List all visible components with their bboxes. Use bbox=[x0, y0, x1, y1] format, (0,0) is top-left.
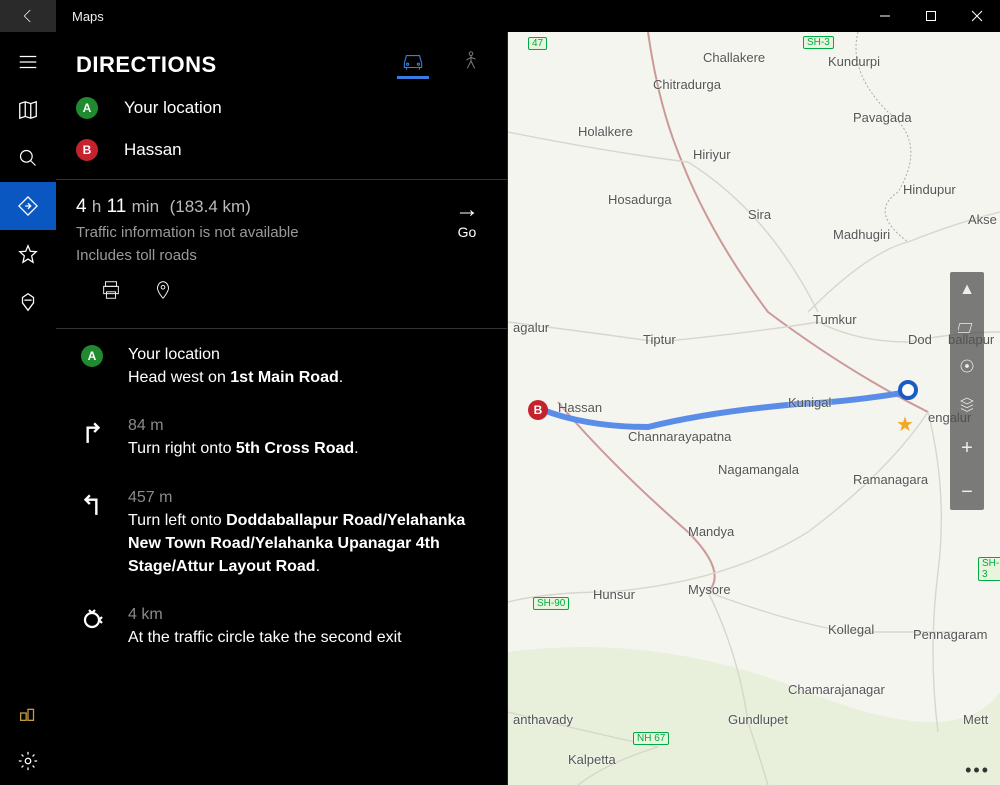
map-city-label: Sira bbox=[748, 207, 771, 222]
panel-title: DIRECTIONS bbox=[76, 52, 397, 78]
zoom-out-button[interactable]: − bbox=[955, 480, 979, 504]
map-city-label: Hunsur bbox=[593, 587, 635, 602]
print-button[interactable] bbox=[100, 279, 122, 306]
map-favorite-icon: ★ bbox=[896, 412, 914, 437]
mode-walking-tab[interactable] bbox=[455, 50, 487, 79]
directions-steps: A Your location Head west on 1st Main Ro… bbox=[56, 329, 507, 785]
window-maximize-button[interactable] bbox=[908, 0, 954, 32]
map-city-label: Nagamangala bbox=[718, 462, 799, 477]
waypoint-a-badge: A bbox=[76, 97, 98, 119]
map-city-label: Hindupur bbox=[903, 182, 956, 197]
map-city-label: Mandya bbox=[688, 524, 734, 539]
map-city-label: Pennagaram bbox=[913, 627, 987, 642]
waypoint-b-row[interactable]: B Hassan bbox=[56, 129, 507, 171]
mode-driving-tab[interactable] bbox=[397, 50, 429, 79]
app-title: Maps bbox=[56, 9, 862, 24]
road-shield: SH-90 bbox=[533, 597, 569, 610]
map-city-label: Hassan bbox=[558, 400, 602, 415]
turn-left-icon bbox=[79, 491, 105, 517]
directions-button[interactable] bbox=[0, 182, 56, 230]
settings-button[interactable] bbox=[0, 737, 56, 785]
road-shield: NH 67 bbox=[633, 732, 669, 745]
map-city-label: anthavady bbox=[513, 712, 573, 727]
map-city-label: Holalkere bbox=[578, 124, 633, 139]
step-distance: 4 km bbox=[128, 606, 487, 624]
map-city-label: Madhugiri bbox=[833, 227, 890, 242]
map-city-label: Mysore bbox=[688, 582, 731, 597]
map-city-label: Mett bbox=[963, 712, 988, 727]
map-city-label: Hosadurga bbox=[608, 192, 672, 207]
map-marker-origin[interactable] bbox=[898, 380, 918, 400]
map-city-label: Channarayapatna bbox=[628, 429, 731, 444]
step-start-label: Your location bbox=[128, 343, 487, 366]
search-button[interactable] bbox=[0, 134, 56, 182]
3d-cities-button[interactable] bbox=[0, 278, 56, 326]
map-city-label: Tumkur bbox=[813, 312, 857, 327]
road-shield: SH-3 bbox=[803, 36, 834, 49]
map-city-label: Dod bbox=[908, 332, 932, 347]
step-distance: 457 m bbox=[128, 489, 487, 507]
map-city-label: Akse bbox=[968, 212, 997, 227]
account-button[interactable] bbox=[0, 689, 56, 737]
waypoint-b-label: Hassan bbox=[124, 140, 182, 160]
window-close-button[interactable] bbox=[954, 0, 1000, 32]
map-city-label: Pavagada bbox=[853, 110, 912, 125]
map-marker-destination[interactable]: B bbox=[528, 400, 548, 420]
waypoint-a-label: Your location bbox=[124, 98, 222, 118]
map-city-label: Chitradurga bbox=[653, 77, 721, 92]
road-shield: SH-3 bbox=[978, 557, 1000, 581]
map-city-label: Gundlupet bbox=[728, 712, 788, 727]
map-city-label: Tiptur bbox=[643, 332, 676, 347]
arrow-right-icon: → bbox=[455, 196, 479, 224]
map-view-button[interactable] bbox=[0, 86, 56, 134]
map-city-label: Chamarajanagar bbox=[788, 682, 885, 697]
more-options-button[interactable]: ••• bbox=[965, 760, 990, 781]
favorites-button[interactable] bbox=[0, 230, 56, 278]
map-city-label: Kunigal bbox=[788, 395, 831, 410]
compass-button[interactable]: ▲ bbox=[955, 278, 979, 302]
map-city-label: Kalpetta bbox=[568, 752, 616, 767]
route-time: 4 h 11 min (183.4 km) bbox=[76, 196, 431, 218]
map-city-label: Kundurpi bbox=[828, 54, 880, 69]
nav-rail bbox=[0, 32, 56, 785]
toll-info: Includes toll roads bbox=[76, 247, 197, 264]
step-distance: 84 m bbox=[128, 417, 487, 435]
locate-me-button[interactable] bbox=[955, 354, 979, 378]
titlebar: Maps bbox=[0, 0, 1000, 32]
turn-right-icon bbox=[79, 419, 105, 445]
share-button[interactable] bbox=[152, 279, 174, 306]
traffic-info: Traffic information is not available bbox=[76, 224, 299, 241]
roundabout-icon bbox=[80, 608, 104, 632]
map-canvas[interactable]: Chitradurga Challakere Kundurpi Pavagada Hol… bbox=[508, 32, 1000, 785]
start-badge-icon: A bbox=[81, 345, 103, 367]
direction-step[interactable]: 84 m Turn right onto 5th Cross Road. bbox=[56, 403, 507, 474]
map-city-label: Kollegal bbox=[828, 622, 874, 637]
go-button[interactable]: → Go bbox=[447, 196, 487, 267]
waypoint-b-badge: B bbox=[76, 139, 98, 161]
map-city-label: Hiriyur bbox=[693, 147, 731, 162]
map-tools: ▲ + − bbox=[950, 272, 984, 510]
route-summary: 4 h 11 min (183.4 km) Traffic informatio… bbox=[56, 180, 507, 279]
direction-step[interactable]: 457 m Turn left onto Doddaballapur Road/… bbox=[56, 475, 507, 593]
back-button[interactable] bbox=[0, 0, 56, 32]
tilt-button[interactable] bbox=[955, 316, 979, 340]
road-shield: 47 bbox=[528, 37, 547, 50]
map-city-label: Ramanagara bbox=[853, 472, 928, 487]
direction-step[interactable]: A Your location Head west on 1st Main Ro… bbox=[56, 329, 507, 403]
map-city-label: Challakere bbox=[703, 50, 765, 65]
map-layers-button[interactable] bbox=[955, 392, 979, 416]
zoom-in-button[interactable]: + bbox=[955, 436, 979, 460]
direction-step[interactable]: 4 km At the traffic circle take the seco… bbox=[56, 592, 507, 663]
directions-panel: DIRECTIONS A Your location B Hassan bbox=[56, 32, 508, 785]
waypoint-a-row[interactable]: A Your location bbox=[56, 87, 507, 129]
hamburger-button[interactable] bbox=[0, 38, 56, 86]
window-minimize-button[interactable] bbox=[862, 0, 908, 32]
map-city-label: agalur bbox=[513, 320, 549, 335]
